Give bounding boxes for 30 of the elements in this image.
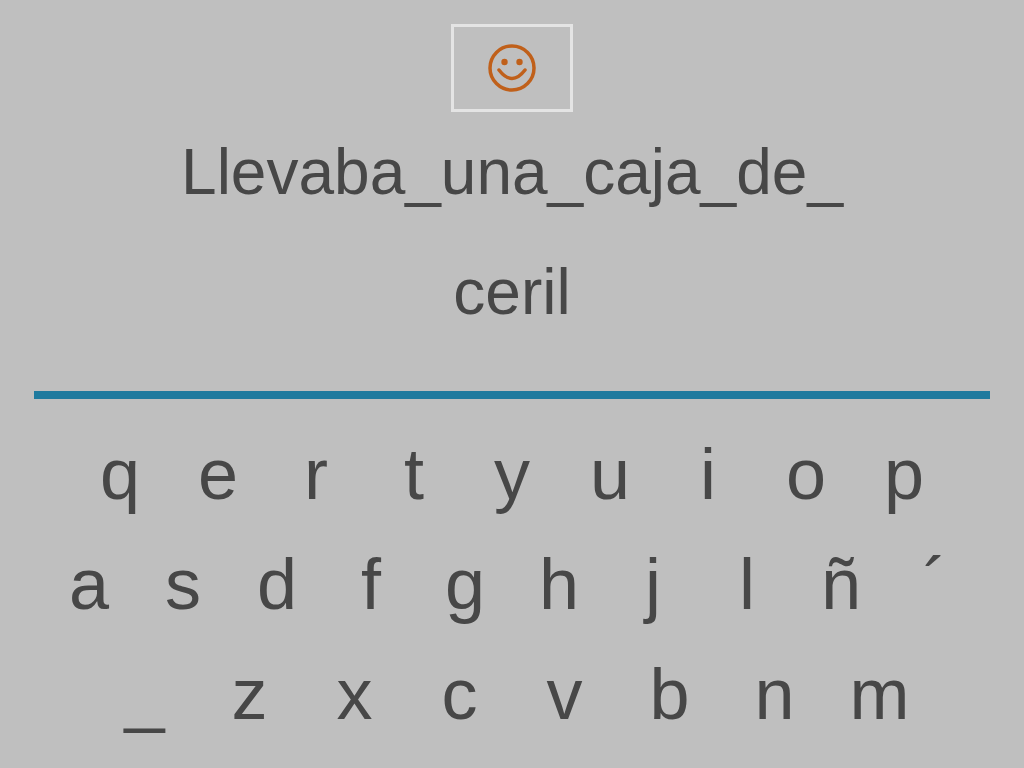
letter-key[interactable]: a bbox=[42, 536, 136, 632]
letter-key[interactable]: t bbox=[365, 426, 463, 522]
letter-key[interactable]: r bbox=[267, 426, 365, 522]
letter-key[interactable]: g bbox=[418, 536, 512, 632]
answer-text: ceril bbox=[453, 260, 571, 324]
letter-key[interactable]: e bbox=[169, 426, 267, 522]
letter-key[interactable]: z bbox=[197, 646, 302, 742]
letter-key[interactable]: _ bbox=[92, 646, 197, 742]
letter-key[interactable]: b bbox=[617, 646, 722, 742]
letter-key[interactable]: s bbox=[136, 536, 230, 632]
letter-key[interactable]: o bbox=[757, 426, 855, 522]
smiley-icon bbox=[487, 43, 537, 93]
letter-key[interactable]: v bbox=[512, 646, 617, 742]
letter-key[interactable]: c bbox=[407, 646, 512, 742]
letter-key[interactable]: j bbox=[606, 536, 700, 632]
letter-key[interactable]: m bbox=[827, 646, 932, 742]
letter-key[interactable]: l bbox=[700, 536, 794, 632]
letter-key[interactable]: n bbox=[722, 646, 827, 742]
letter-key[interactable]: h bbox=[512, 536, 606, 632]
letter-key[interactable]: i bbox=[659, 426, 757, 522]
letter-key[interactable]: f bbox=[324, 536, 418, 632]
letter-key[interactable]: x bbox=[302, 646, 407, 742]
letter-key[interactable]: y bbox=[463, 426, 561, 522]
letter-key[interactable]: ñ bbox=[794, 536, 888, 632]
letter-key[interactable]: q bbox=[71, 426, 169, 522]
letter-key[interactable]: d bbox=[230, 536, 324, 632]
letter-key[interactable]: u bbox=[561, 426, 659, 522]
letter-key[interactable]: ´ bbox=[888, 536, 982, 632]
letter-key[interactable]: p bbox=[855, 426, 953, 522]
hint-button[interactable] bbox=[451, 24, 573, 112]
